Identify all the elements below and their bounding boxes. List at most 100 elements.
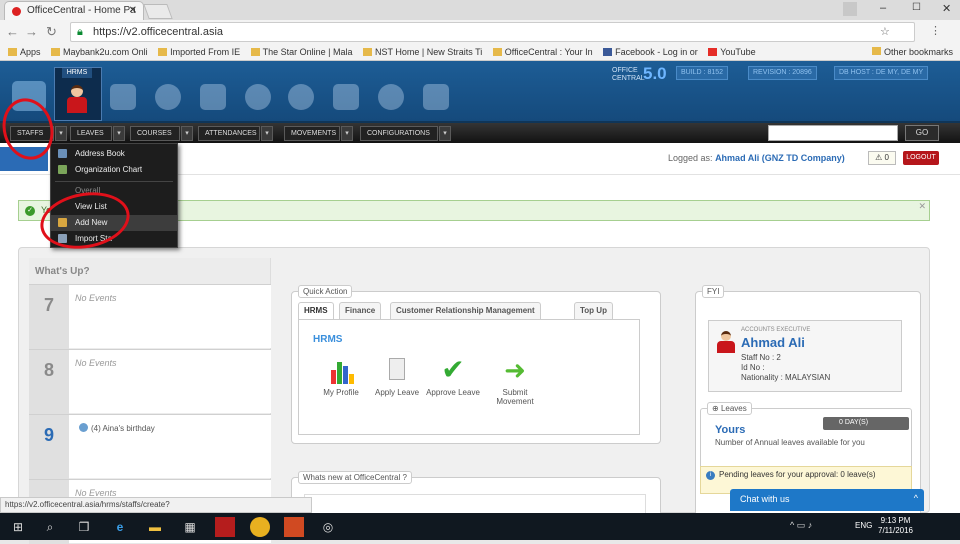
store-icon[interactable]: ▦ <box>180 517 200 537</box>
bookmark-item[interactable]: NST Home | New Straits Ti <box>363 47 482 57</box>
mail-icon[interactable] <box>110 84 136 110</box>
quick-action-section-title: HRMS <box>313 334 343 345</box>
whats-up-panel: What's Up? 7 No Events 8 No Events 9 (4) Ai… <box>29 258 271 544</box>
browser-tab-title: OfficeCentral - Home Pa <box>27 5 136 16</box>
apply-leave-button[interactable]: Apply Leave <box>369 356 425 397</box>
profile-staff-no: Staff No : 2 <box>741 353 781 362</box>
bookmark-item[interactable]: Apps <box>8 47 41 57</box>
go-button[interactable]: GO <box>905 125 939 141</box>
chevron-down-icon: ▾ <box>341 126 353 141</box>
chat-widget[interactable]: Chat with us ^ <box>730 489 924 511</box>
quick-action-legend: Quick Action <box>298 285 353 298</box>
notification-button[interactable]: ⚠ 0 <box>868 151 896 165</box>
url-input[interactable]: 🔒︎ https://v2.officecentral.asia <box>70 22 915 42</box>
menu-item-organization-chart[interactable]: Organization Chart <box>51 162 177 178</box>
address-bar: ← → ↻ 🔒︎ https://v2.officecentral.asia ☆… <box>0 20 960 44</box>
hrms-avatar-icon <box>66 85 88 115</box>
browser-tab-bar: OfficeCentral - Home Pa ✕ – ☐ ✕ <box>0 0 960 20</box>
dashboard: What's Up? 7 No Events 8 No Events 9 (4) Ai… <box>18 247 930 544</box>
bookmark-item[interactable]: The Star Online | Mala <box>250 47 353 57</box>
tab-finance[interactable]: Finance <box>339 302 382 319</box>
bookmark-item[interactable]: Maybank2u.com Onli <box>51 47 148 57</box>
tab-top-up[interactable]: Top Up <box>574 302 613 319</box>
chat-label: Chat with us <box>740 494 790 504</box>
tab-crm[interactable]: Customer Relationship Management <box>390 302 541 319</box>
approve-leave-button[interactable]: ✔ Approve Leave <box>425 354 481 398</box>
arrow-right-icon: ➜ <box>504 355 526 385</box>
fyi-panel: FYI ACCOUNTS EXECUTIVE Ahmad Ali Staff N… <box>695 285 921 517</box>
task-view-icon[interactable]: ❒ <box>74 517 94 537</box>
fyi-legend: FYI <box>702 285 725 298</box>
menu-leaves[interactable]: LEAVES ▾ <box>70 126 125 141</box>
close-alert-icon[interactable]: ✕ <box>918 201 926 212</box>
whats-new-legend: Whats new at OfficeCentral ? <box>298 471 412 484</box>
profile-role: ACCOUNTS EXECUTIVE <box>741 327 811 333</box>
logged-user: Ahmad Ali (GNZ TD Company) <box>715 153 845 163</box>
bookmark-item[interactable]: YouTube <box>708 47 756 57</box>
chevron-up-icon: ^ <box>913 493 918 503</box>
search-icon[interactable]: ⌕ <box>40 517 60 537</box>
menu-movements[interactable]: MOVEMENTS ▾ <box>284 126 353 141</box>
profile-id-no: Id No : <box>741 363 765 372</box>
app-header: HRMS OFFICE CENTRAL 5.0 BUILD : 8152 REV… <box>0 61 960 123</box>
menu-attendances[interactable]: ATTENDANCES ▾ <box>198 126 273 141</box>
chrome-icon[interactable] <box>250 517 270 537</box>
profile-name[interactable]: Ahmad Ali <box>741 335 805 350</box>
menu-divider <box>55 181 173 182</box>
notes-icon[interactable] <box>423 84 449 110</box>
bookmark-item[interactable]: Facebook - Log in or <box>603 47 698 57</box>
status-url: https://v2.officecentral.asia/hrms/staff… <box>0 497 312 513</box>
media-icon[interactable]: ◎ <box>318 517 338 537</box>
day-row: 8 No Events <box>29 349 271 414</box>
document-icon[interactable] <box>200 84 226 110</box>
windows-start-icon[interactable]: ⊞ <box>8 517 28 537</box>
user-icon[interactable] <box>843 2 857 16</box>
day-row: 9 (4) Aina's birthday <box>29 414 271 479</box>
acrobat-icon[interactable] <box>215 517 235 537</box>
taskbar-clock[interactable]: 9:13 PM 7/11/2016 <box>878 516 913 536</box>
check-icon: ✓ <box>25 206 35 216</box>
chevron-down-icon: ▾ <box>439 126 451 141</box>
pie-chart-icon[interactable] <box>155 84 181 110</box>
browser-tab[interactable]: OfficeCentral - Home Pa ✕ <box>4 1 144 20</box>
chevron-down-icon: ▾ <box>113 126 125 141</box>
file-explorer-icon[interactable]: ▬ <box>145 517 165 537</box>
close-window-icon[interactable]: ✕ <box>942 2 951 15</box>
forward-icon[interactable]: → <box>25 24 38 39</box>
info-icon[interactable] <box>378 84 404 110</box>
inbox-icon[interactable] <box>333 84 359 110</box>
maximize-icon[interactable]: ☐ <box>912 2 921 13</box>
back-icon[interactable]: ← <box>6 24 19 39</box>
close-tab-icon[interactable]: ✕ <box>129 5 137 16</box>
minimize-icon[interactable]: – <box>880 2 886 14</box>
powerpoint-icon[interactable] <box>284 517 304 537</box>
language-indicator[interactable]: ENG <box>855 521 872 530</box>
checkmark-icon: ✔ <box>441 354 465 385</box>
org-chart-icon <box>58 165 67 174</box>
search-input[interactable] <box>768 125 898 141</box>
tab-hrms[interactable]: HRMS <box>298 302 334 319</box>
new-tab-button[interactable] <box>143 4 173 19</box>
form-icon <box>383 356 411 384</box>
bookmark-item[interactable]: Imported From IE <box>158 47 240 57</box>
logout-button[interactable]: LOGOUT <box>903 151 939 165</box>
birthday-event[interactable]: (4) Aina's birthday <box>79 423 155 433</box>
menu-courses[interactable]: COURSES ▾ <box>130 126 193 141</box>
bookmark-item[interactable]: OfficeCentral : Your In <box>492 47 593 57</box>
address-book-icon <box>58 149 67 158</box>
profile-card: ACCOUNTS EXECUTIVE Ahmad Ali Staff No : … <box>708 320 902 392</box>
tray-icons[interactable]: ^ ▭ ♪ <box>790 520 812 531</box>
menu-item-address-book[interactable]: Address Book <box>51 146 177 162</box>
logo-text: OFFICE CENTRAL <box>612 67 645 82</box>
my-profile-button[interactable]: My Profile <box>313 356 369 397</box>
star-icon[interactable]: ☆ <box>880 25 890 38</box>
phone-icon[interactable] <box>245 84 271 110</box>
chat-bubbles-icon[interactable] <box>288 84 314 110</box>
submit-movement-button[interactable]: ➜ Submit Movement <box>487 356 543 406</box>
menu-icon[interactable]: ⋮ <box>930 24 941 37</box>
db-host-badge: DB HOST : DE MY, DE MY <box>834 66 929 80</box>
reload-icon[interactable]: ↻ <box>46 24 57 40</box>
edge-icon[interactable]: e <box>110 517 130 537</box>
menu-configurations[interactable]: CONFIGURATIONS ▾ <box>360 126 451 141</box>
other-bookmarks[interactable]: Other bookmarks <box>872 47 953 57</box>
